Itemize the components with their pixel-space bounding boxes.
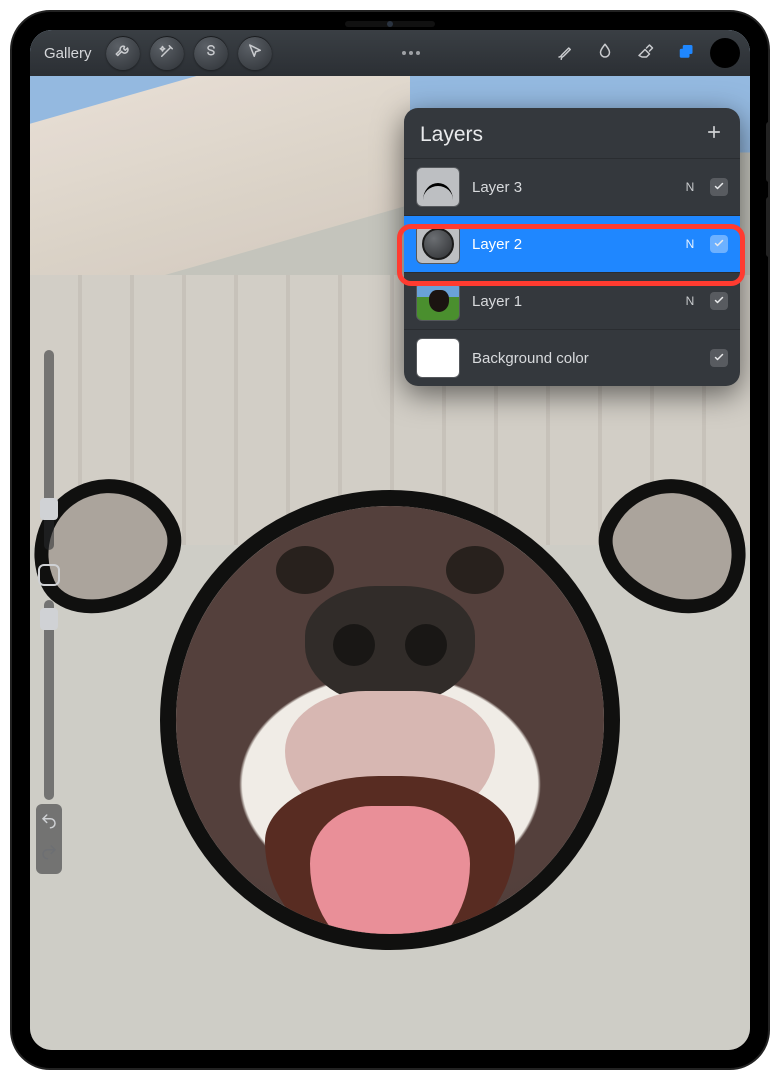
canvas-dog-sketch	[160, 490, 620, 950]
color-swatch-button[interactable]	[710, 38, 740, 68]
layer-blend-mode[interactable]: N	[682, 294, 698, 308]
dog-head-outline	[160, 490, 620, 950]
brush-icon	[556, 42, 574, 64]
layer-row-layer-2[interactable]: Layer 2 N	[404, 215, 740, 272]
undo-redo-group	[36, 804, 62, 874]
add-layer-button[interactable]	[704, 122, 724, 148]
plus-icon	[704, 124, 724, 147]
dog-nostril	[405, 624, 447, 666]
layer-row-layer-1[interactable]: Layer 1 N	[404, 272, 740, 329]
redo-button[interactable]	[40, 843, 58, 866]
layer-row-background[interactable]: Background color	[404, 329, 740, 386]
eraser-button[interactable]	[630, 38, 660, 68]
ipad-device-frame: Gallery	[10, 10, 770, 1070]
wrench-icon	[114, 42, 132, 64]
wand-icon	[158, 42, 176, 64]
smudge-icon	[596, 42, 614, 64]
toolbar-spacer	[282, 51, 540, 55]
layer-name-label: Layer 1	[472, 293, 670, 310]
layer-name-label: Layer 2	[472, 236, 670, 253]
modify-square-button[interactable]	[38, 564, 60, 586]
eraser-icon	[636, 42, 654, 64]
brush-button[interactable]	[550, 38, 580, 68]
dog-nostril	[333, 624, 375, 666]
cursor-icon	[246, 42, 264, 64]
layer-thumbnail	[416, 281, 460, 321]
brush-opacity-thumb[interactable]	[40, 608, 58, 630]
undo-icon	[40, 817, 58, 834]
layer-visibility-checkbox[interactable]	[710, 292, 728, 310]
dog-eye	[276, 546, 334, 594]
actions-button[interactable]	[106, 36, 140, 70]
transform-button[interactable]	[238, 36, 272, 70]
layer-name-label: Background color	[472, 350, 670, 367]
ipad-volume-down	[766, 197, 770, 257]
layer-thumbnail	[416, 167, 460, 207]
layer-thumbnail	[416, 338, 460, 378]
check-icon	[713, 350, 725, 367]
layer-visibility-checkbox[interactable]	[710, 178, 728, 196]
layers-button[interactable]	[670, 38, 700, 68]
dog-eye	[446, 546, 504, 594]
layer-thumbnail	[416, 224, 460, 264]
redo-icon	[40, 848, 58, 865]
brush-size-thumb[interactable]	[40, 498, 58, 520]
layers-icon	[676, 42, 694, 64]
layer-blend-mode[interactable]: N	[682, 237, 698, 251]
brush-size-slider[interactable]	[44, 350, 54, 550]
dog-nose	[305, 586, 475, 706]
layers-panel: Layers Layer 3 N Layer 2 N	[404, 108, 740, 386]
layer-row-layer-3[interactable]: Layer 3 N	[404, 158, 740, 215]
layer-visibility-checkbox[interactable]	[710, 235, 728, 253]
gallery-button[interactable]: Gallery	[40, 45, 96, 62]
ipad-camera	[345, 21, 435, 27]
dog-face	[176, 506, 604, 934]
brush-opacity-slider[interactable]	[44, 600, 54, 800]
smudge-button[interactable]	[590, 38, 620, 68]
check-icon	[713, 179, 725, 196]
dog-tongue	[310, 806, 470, 934]
check-icon	[713, 236, 725, 253]
side-sliders	[36, 350, 62, 800]
layer-visibility-checkbox[interactable]	[710, 349, 728, 367]
layers-panel-title: Layers	[420, 123, 483, 147]
undo-button[interactable]	[40, 812, 58, 835]
selection-button[interactable]	[194, 36, 228, 70]
layer-name-label: Layer 3	[472, 179, 670, 196]
adjustments-button[interactable]	[150, 36, 184, 70]
check-icon	[713, 293, 725, 310]
top-toolbar: Gallery	[30, 30, 750, 76]
layers-panel-header: Layers	[404, 108, 740, 158]
ipad-volume-up	[766, 122, 770, 182]
screen: Gallery	[30, 30, 750, 1050]
modify-menu-icon[interactable]	[402, 51, 420, 55]
layer-blend-mode[interactable]: N	[682, 180, 698, 194]
selection-s-icon	[202, 42, 220, 64]
